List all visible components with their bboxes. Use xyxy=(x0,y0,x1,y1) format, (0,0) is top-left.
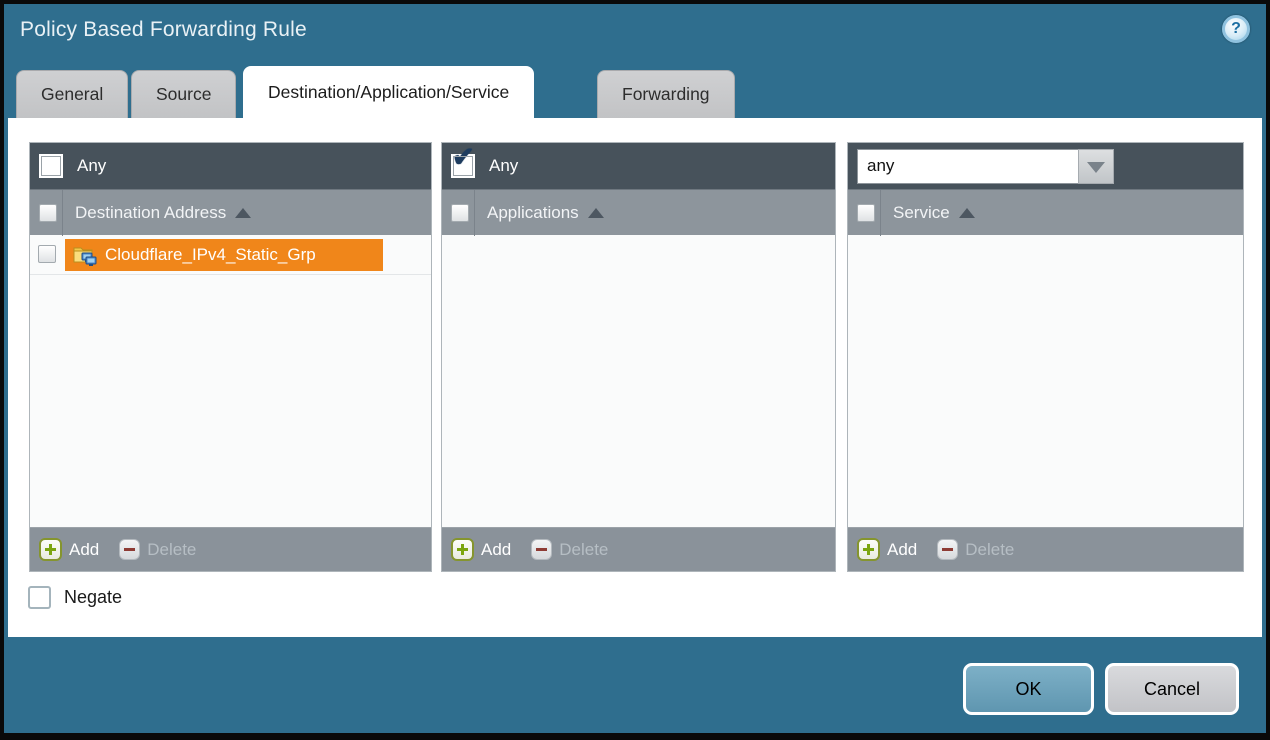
address-row[interactable]: Cloudflare_IPv4_Static_Grp xyxy=(30,235,431,275)
applications-select-all-checkbox[interactable] xyxy=(451,204,469,222)
service-type-dropdown[interactable]: any xyxy=(857,149,1114,184)
address-row-checkbox[interactable] xyxy=(38,245,56,263)
destination-any-bar: Any xyxy=(30,143,431,189)
applications-footer: Add Delete xyxy=(442,527,835,571)
applications-any-checkbox[interactable]: ✔ xyxy=(451,154,475,178)
applications-add-button[interactable]: Add xyxy=(451,538,511,561)
destination-header-row: Destination Address xyxy=(30,189,431,235)
destination-column-header[interactable]: Destination Address xyxy=(75,203,226,223)
service-footer: Add Delete xyxy=(848,527,1243,571)
destination-column: Any Destination Address xyxy=(29,142,432,572)
help-icon[interactable]: ? xyxy=(1222,15,1250,43)
service-column-header[interactable]: Service xyxy=(893,203,950,223)
negate-checkbox[interactable] xyxy=(28,586,51,609)
applications-any-label: Any xyxy=(489,156,518,176)
header-divider xyxy=(62,190,63,236)
tab-strip: General Source Destination/Application/S… xyxy=(12,66,1212,118)
service-add-button[interactable]: Add xyxy=(857,538,917,561)
tab-general[interactable]: General xyxy=(16,70,128,118)
dialog-title: Policy Based Forwarding Rule xyxy=(20,18,307,42)
pbf-rule-dialog: Policy Based Forwarding Rule ? General S… xyxy=(0,0,1270,740)
tab-forwarding[interactable]: Forwarding xyxy=(597,70,735,118)
destination-any-label: Any xyxy=(77,156,106,176)
sort-ascending-icon[interactable] xyxy=(959,208,975,218)
service-header-row: Service xyxy=(848,189,1243,235)
plus-icon xyxy=(451,538,474,561)
tab-destination-application-service[interactable]: Destination/Application/Service xyxy=(243,66,534,122)
service-select-all-checkbox[interactable] xyxy=(857,204,875,222)
service-delete-button[interactable]: Delete xyxy=(937,539,1014,560)
tab-source[interactable]: Source xyxy=(131,70,236,118)
service-list xyxy=(848,235,1243,527)
address-row-label: Cloudflare_IPv4_Static_Grp xyxy=(105,245,316,265)
address-group-icon xyxy=(73,244,97,266)
header-divider xyxy=(880,190,881,236)
negate-label: Negate xyxy=(64,587,122,608)
destination-any-checkbox[interactable] xyxy=(39,154,63,178)
dropdown-arrow-icon xyxy=(1087,162,1105,173)
help-glyph: ? xyxy=(1231,20,1241,38)
destination-footer: Add Delete xyxy=(30,527,431,571)
applications-delete-button[interactable]: Delete xyxy=(531,539,608,560)
plus-icon xyxy=(857,538,880,561)
minus-icon xyxy=(937,539,958,560)
ok-button[interactable]: OK xyxy=(963,663,1094,715)
service-type-value[interactable]: any xyxy=(857,149,1078,184)
sort-ascending-icon[interactable] xyxy=(235,208,251,218)
service-any-bar: any xyxy=(848,143,1243,189)
destination-list: Cloudflare_IPv4_Static_Grp xyxy=(30,235,431,527)
negate-option: Negate xyxy=(28,586,122,609)
title-bar: Policy Based Forwarding Rule ? xyxy=(4,4,1266,66)
service-type-dropdown-button[interactable] xyxy=(1078,149,1114,184)
header-divider xyxy=(474,190,475,236)
applications-column-header[interactable]: Applications xyxy=(487,203,579,223)
content-panel: Any Destination Address xyxy=(8,118,1262,637)
checkmark-icon: ✔ xyxy=(452,144,475,171)
minus-icon xyxy=(531,539,552,560)
service-column: any Service Add D xyxy=(847,142,1244,572)
applications-column: ✔ Any Applications Add Delete xyxy=(441,142,836,572)
applications-any-bar: ✔ Any xyxy=(442,143,835,189)
destination-select-all-checkbox[interactable] xyxy=(39,204,57,222)
destination-delete-button[interactable]: Delete xyxy=(119,539,196,560)
minus-icon xyxy=(119,539,140,560)
address-row-highlight[interactable]: Cloudflare_IPv4_Static_Grp xyxy=(65,239,383,271)
destination-add-button[interactable]: Add xyxy=(39,538,99,561)
cancel-button[interactable]: Cancel xyxy=(1105,663,1239,715)
plus-icon xyxy=(39,538,62,561)
sort-ascending-icon[interactable] xyxy=(588,208,604,218)
applications-header-row: Applications xyxy=(442,189,835,235)
applications-list xyxy=(442,235,835,527)
